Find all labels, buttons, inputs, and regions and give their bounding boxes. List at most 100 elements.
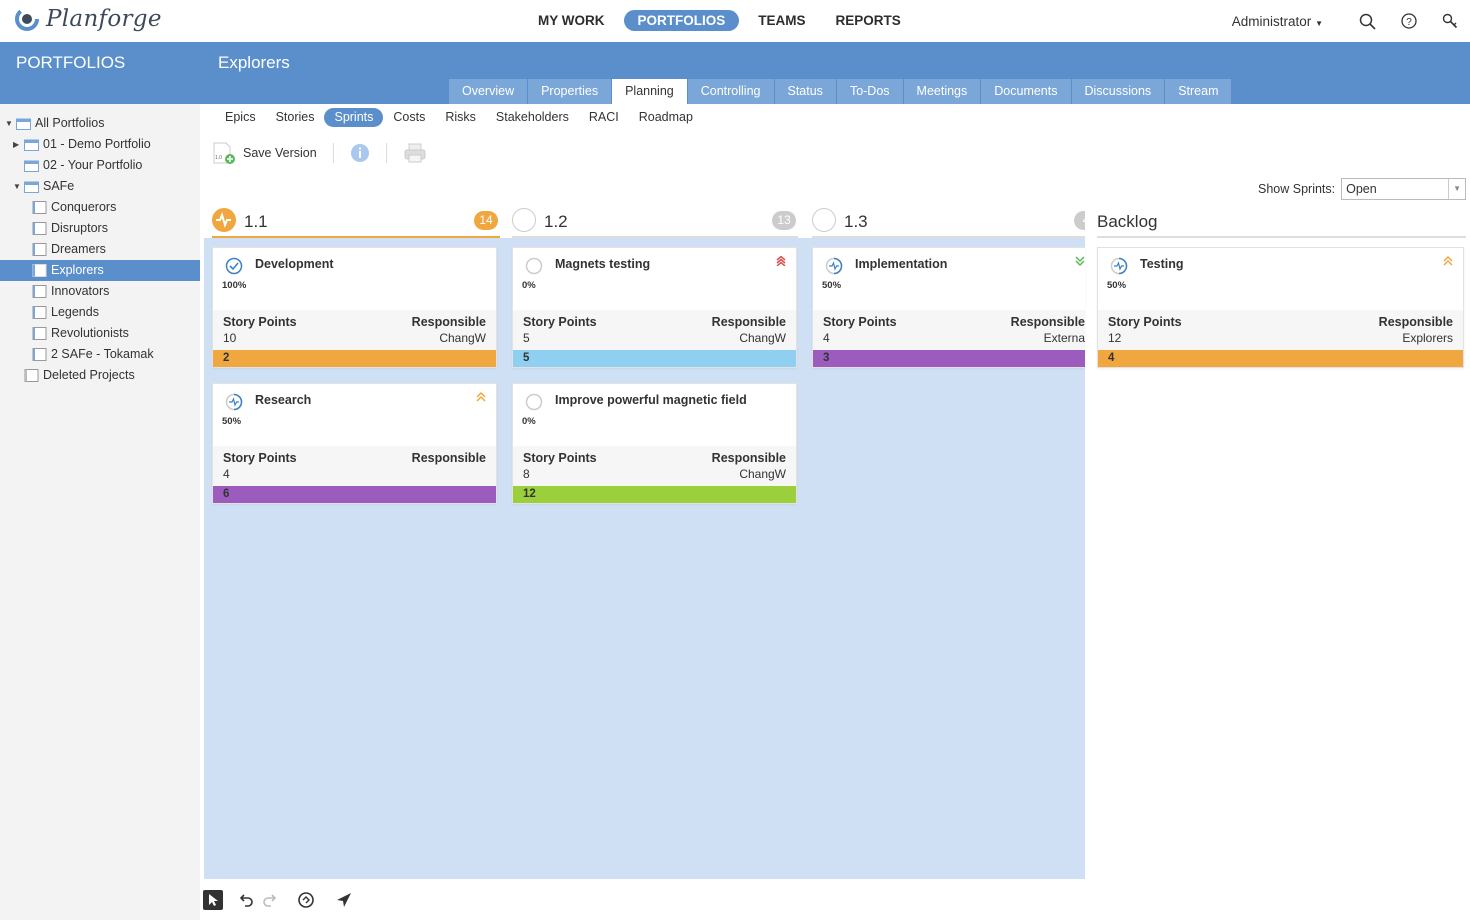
- tree-item-innovators[interactable]: Innovators: [0, 281, 200, 302]
- send-icon[interactable]: [333, 889, 355, 911]
- dropdown-arrow-icon[interactable]: ▼: [1448, 179, 1465, 199]
- story-points-value: 4: [223, 467, 230, 481]
- sprint-column-header[interactable]: 1.1 14: [212, 206, 500, 238]
- undo-icon[interactable]: [235, 889, 257, 911]
- tree-item-your-portfolio[interactable]: 02 - Your Portfolio: [0, 155, 200, 176]
- tree-item-conquerors[interactable]: Conquerors: [0, 197, 200, 218]
- priority-critical-icon: [776, 256, 786, 266]
- tree-item-disruptors[interactable]: Disruptors: [0, 218, 200, 239]
- tree-item-dreamers[interactable]: Dreamers: [0, 239, 200, 260]
- backlog-underline: [1097, 236, 1466, 238]
- tree-item-demo-portfolio[interactable]: ▶ 01 - Demo Portfolio: [0, 134, 200, 155]
- toolbar-divider: [332, 143, 334, 163]
- user-menu[interactable]: Administrator ▼: [1232, 14, 1323, 29]
- card-title: Implementation: [855, 257, 948, 271]
- story-card[interactable]: Research 50% Story Points 4 Responsible …: [212, 383, 497, 504]
- caret-down-icon[interactable]: ▼: [5, 113, 13, 134]
- tab-meetings[interactable]: Meetings: [903, 79, 981, 104]
- refresh-icon[interactable]: [295, 889, 317, 911]
- info-icon[interactable]: [350, 143, 370, 163]
- tree-item-safe[interactable]: ▼ SAFe: [0, 176, 200, 197]
- story-card[interactable]: Development 100% Story Points 10 Respons…: [212, 247, 497, 368]
- tab-stream[interactable]: Stream: [1165, 79, 1232, 104]
- subnav-roadmap[interactable]: Roadmap: [629, 108, 703, 127]
- tab-properties[interactable]: Properties: [528, 79, 612, 104]
- tree-item-deleted-projects[interactable]: Deleted Projects: [0, 365, 200, 386]
- story-card[interactable]: Magnets testing 0% Story Points 5 Respon…: [512, 247, 797, 368]
- tree-item-all-portfolios[interactable]: ▼ All Portfolios: [0, 113, 200, 134]
- card-number: 5: [523, 352, 530, 364]
- tree-label: Deleted Projects: [43, 368, 135, 382]
- tree-label: Disruptors: [51, 221, 108, 235]
- portfolio-icon: [24, 181, 39, 193]
- key-search-icon[interactable]: [1429, 0, 1470, 42]
- backlog-column-header[interactable]: Backlog: [1097, 206, 1466, 238]
- nav-portfolios[interactable]: PORTFOLIOS: [623, 10, 740, 31]
- tree-label: Legends: [51, 305, 99, 319]
- tab-planning[interactable]: Planning: [612, 79, 687, 104]
- tree-label: Innovators: [51, 284, 110, 298]
- story-points-value: 12: [1108, 331, 1122, 345]
- tab-overview[interactable]: Overview: [449, 79, 528, 104]
- save-version-label: Save Version: [243, 146, 317, 160]
- story-points-value: 10: [223, 331, 237, 345]
- search-icon[interactable]: [1347, 0, 1388, 42]
- main-nav: MY WORK PORTFOLIOS TEAMS REPORTS: [527, 10, 920, 31]
- card-number: 3: [823, 352, 830, 364]
- tab-status[interactable]: Status: [774, 79, 836, 104]
- show-sprints-value: Open: [1346, 182, 1377, 196]
- tab-todos[interactable]: To-Dos: [836, 79, 903, 104]
- subnav-stories[interactable]: Stories: [266, 108, 325, 127]
- subnav-raci[interactable]: RACI: [579, 108, 629, 127]
- tab-discussions[interactable]: Discussions: [1071, 79, 1165, 104]
- project-icon: [32, 327, 47, 340]
- tree-label: All Portfolios: [35, 116, 105, 130]
- bottom-toolbar: [200, 879, 1470, 920]
- story-points-label: Story Points: [823, 315, 897, 329]
- project-icon: [32, 285, 47, 298]
- subnav-stakeholders[interactable]: Stakeholders: [486, 108, 579, 127]
- subnav-sprints[interactable]: Sprints: [324, 108, 384, 127]
- nav-my-work[interactable]: MY WORK: [527, 10, 616, 31]
- not-started-icon: [525, 257, 543, 275]
- subnav-risks[interactable]: Risks: [435, 108, 486, 127]
- sidebar-tree: ▼ All Portfolios ▶ 01 - Demo Portfolio 0…: [0, 104, 200, 920]
- story-points-label: Story Points: [223, 315, 297, 329]
- story-card[interactable]: Implementation 50% Story Points 4 Respon…: [812, 247, 1085, 368]
- subnav-epics[interactable]: Epics: [215, 108, 266, 127]
- responsible-value: ChangW: [739, 331, 786, 345]
- planning-subnav: Epics Stories Sprints Costs Risks Stakeh…: [215, 108, 703, 127]
- tab-documents[interactable]: Documents: [981, 79, 1071, 104]
- print-icon[interactable]: [403, 142, 427, 164]
- toolbar: 1.0 Save Version: [212, 140, 427, 166]
- tree-label: Revolutionists: [51, 326, 129, 340]
- save-version-button[interactable]: 1.0 Save Version: [212, 141, 317, 165]
- tree-item-legends[interactable]: Legends: [0, 302, 200, 323]
- card-progress: 50%: [822, 280, 842, 291]
- nav-teams[interactable]: TEAMS: [747, 10, 816, 31]
- redo-icon[interactable]: [259, 889, 281, 911]
- tree-item-explorers[interactable]: Explorers: [0, 260, 200, 281]
- sprint-column-header[interactable]: 1.2 13: [512, 206, 798, 238]
- show-sprints-select[interactable]: Open ▼: [1341, 178, 1467, 200]
- app-logo[interactable]: Planforge: [14, 6, 162, 32]
- tree-item-safe-tokamak[interactable]: 2 SAFe - Tokamak: [0, 344, 200, 365]
- sprint-column-header[interactable]: 1.3 4: [812, 206, 1085, 238]
- select-pointer-icon[interactable]: [203, 889, 223, 910]
- subnav-costs[interactable]: Costs: [383, 108, 435, 127]
- card-title: Development: [255, 257, 334, 271]
- tree-item-revolutionists[interactable]: Revolutionists: [0, 323, 200, 344]
- card-progress: 50%: [1107, 280, 1127, 291]
- story-card[interactable]: Testing 50% Story Points 12 Responsible …: [1097, 247, 1464, 368]
- caret-down-icon[interactable]: ▼: [13, 176, 21, 197]
- caret-right-icon[interactable]: ▶: [13, 134, 19, 155]
- tab-controlling[interactable]: Controlling: [687, 79, 774, 104]
- card-color-bar: 6: [213, 486, 496, 503]
- priority-high-icon: [1443, 256, 1453, 266]
- card-color-bar: 3: [813, 350, 1085, 367]
- nav-reports[interactable]: REPORTS: [825, 10, 912, 31]
- story-card[interactable]: Improve powerful magnetic field 0% Story…: [512, 383, 797, 504]
- help-icon[interactable]: ?: [1388, 0, 1429, 42]
- tree-label: 02 - Your Portfolio: [43, 158, 143, 172]
- sprint-count-badge: 13: [772, 211, 796, 230]
